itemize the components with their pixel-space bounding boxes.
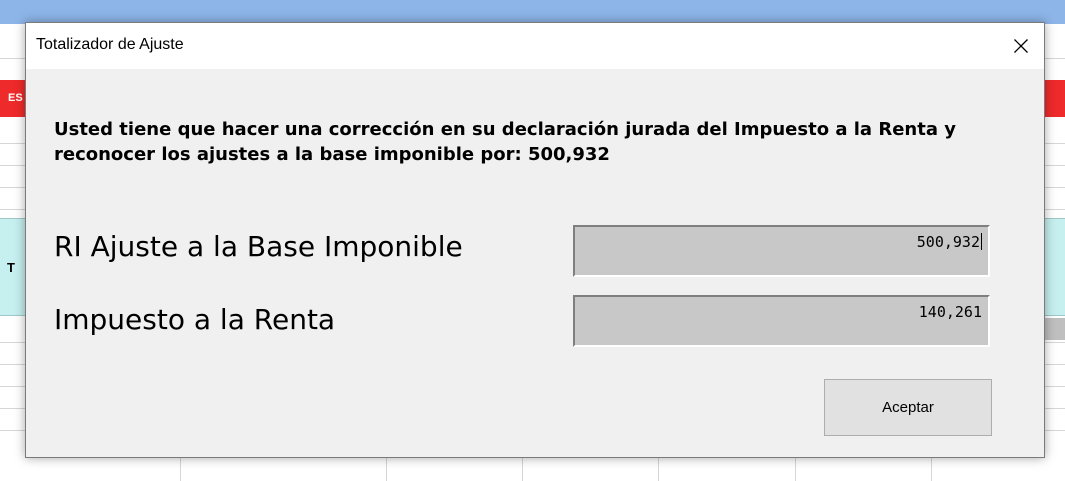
- dialog-title: Totalizador de Ajuste: [36, 36, 184, 53]
- base-imponible-field[interactable]: 500,932: [573, 225, 990, 277]
- correction-message: Usted tiene que hacer una corrección en …: [54, 119, 956, 165]
- aceptar-button[interactable]: Aceptar: [824, 379, 992, 436]
- background-window-titlebar: [0, 0, 1065, 24]
- impuesto-renta-label: Impuesto a la Renta: [54, 303, 336, 336]
- dialog-titlebar[interactable]: Totalizador de Ajuste: [26, 23, 1044, 69]
- base-imponible-label: RI Ajuste a la Base Imponible: [54, 230, 463, 263]
- cyan-section-cell: T: [0, 218, 26, 316]
- red-header-cell: ES: [0, 80, 26, 117]
- gray-cell: [1045, 318, 1065, 340]
- close-button[interactable]: [998, 23, 1044, 69]
- red-header-cell-right: [1045, 80, 1065, 117]
- impuesto-renta-field[interactable]: 140,261: [573, 295, 990, 347]
- cyan-section-cell-right: [1045, 218, 1065, 316]
- totalizador-dialog: Totalizador de Ajuste Usted tiene que ha…: [25, 22, 1045, 458]
- close-icon: [1014, 39, 1028, 53]
- base-imponible-value: 500,932: [916, 233, 980, 251]
- text-caret: [981, 233, 982, 250]
- impuesto-renta-value: 140,261: [918, 303, 982, 321]
